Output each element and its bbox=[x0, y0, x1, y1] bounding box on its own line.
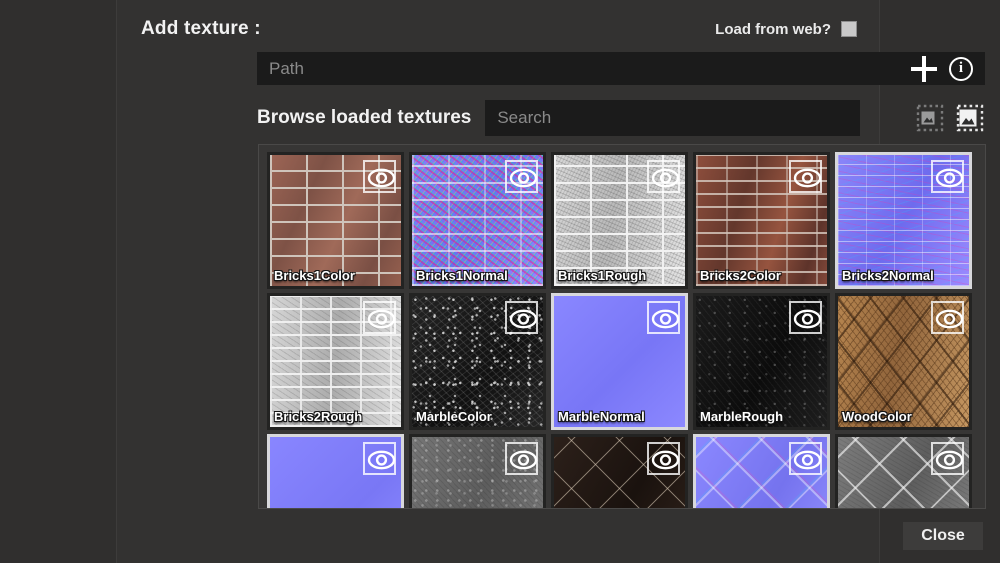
panel-header: Add texture : Load from web? bbox=[141, 16, 857, 42]
texture-tile[interactable] bbox=[835, 434, 972, 509]
texture-tile[interactable]: Bricks1Rough bbox=[551, 152, 688, 289]
texture-tile-label: MarbleColor bbox=[416, 409, 492, 424]
texture-tile[interactable]: Bricks2Rough bbox=[267, 293, 404, 430]
close-button[interactable]: Close bbox=[903, 522, 983, 550]
texture-tile[interactable]: Bricks1Color bbox=[267, 152, 404, 289]
texture-tile[interactable]: MarbleRough bbox=[693, 293, 830, 430]
eye-icon[interactable] bbox=[505, 442, 538, 475]
eye-icon[interactable] bbox=[363, 160, 396, 193]
texture-grid-container[interactable]: Bricks1Color Bricks1Normal Bricks1Rough Bri… bbox=[258, 144, 986, 509]
image-large-icon[interactable] bbox=[955, 103, 985, 133]
eye-icon[interactable] bbox=[647, 301, 680, 334]
texture-tile[interactable]: WoodColor bbox=[835, 293, 972, 430]
texture-tile[interactable]: MarbleNormal bbox=[551, 293, 688, 430]
eye-icon[interactable] bbox=[505, 160, 538, 193]
screen: Add texture : Load from web? Path i Brow… bbox=[0, 0, 1000, 563]
eye-icon[interactable] bbox=[931, 442, 964, 475]
texture-tile-label: MarbleNormal bbox=[558, 409, 645, 424]
page-title: Add texture : bbox=[141, 18, 261, 40]
texture-tile-label: Bricks2Normal bbox=[842, 268, 934, 283]
eye-icon[interactable] bbox=[647, 442, 680, 475]
image-small-icon[interactable] bbox=[915, 103, 945, 133]
add-texture-panel: Add texture : Load from web? Path i Brow… bbox=[116, 0, 880, 563]
texture-tile[interactable]: Bricks2Normal bbox=[835, 152, 972, 289]
load-from-web-group: Load from web? bbox=[715, 21, 857, 38]
browse-row: Browse loaded textures Search bbox=[257, 100, 985, 136]
path-actions: i bbox=[911, 56, 973, 82]
texture-tile-label: Bricks1Rough bbox=[558, 268, 646, 283]
path-input-placeholder: Path bbox=[269, 59, 304, 79]
texture-tile[interactable] bbox=[267, 434, 404, 509]
texture-tile[interactable] bbox=[551, 434, 688, 509]
load-from-web-checkbox[interactable] bbox=[841, 21, 857, 37]
texture-tile-label: Bricks1Color bbox=[274, 268, 355, 283]
search-input-placeholder: Search bbox=[497, 108, 551, 128]
eye-icon[interactable] bbox=[505, 301, 538, 334]
texture-tile[interactable]: Bricks1Normal bbox=[409, 152, 546, 289]
eye-icon[interactable] bbox=[647, 160, 680, 193]
eye-icon[interactable] bbox=[931, 160, 964, 193]
texture-tile[interactable]: Bricks2Color bbox=[693, 152, 830, 289]
texture-tile[interactable]: MarbleColor bbox=[409, 293, 546, 430]
eye-icon[interactable] bbox=[931, 301, 964, 334]
eye-icon[interactable] bbox=[789, 301, 822, 334]
texture-tile-label: MarbleRough bbox=[700, 409, 783, 424]
search-input[interactable]: Search bbox=[485, 100, 860, 136]
texture-tile-label: WoodColor bbox=[842, 409, 912, 424]
texture-tile[interactable] bbox=[409, 434, 546, 509]
view-mode-group bbox=[915, 103, 985, 133]
path-input[interactable]: Path i bbox=[257, 52, 985, 85]
eye-icon[interactable] bbox=[363, 301, 396, 334]
plus-icon[interactable] bbox=[911, 56, 937, 82]
load-from-web-label: Load from web? bbox=[715, 21, 831, 38]
eye-icon[interactable] bbox=[789, 160, 822, 193]
eye-icon[interactable] bbox=[363, 442, 396, 475]
eye-icon[interactable] bbox=[789, 442, 822, 475]
texture-tile-label: Bricks2Rough bbox=[274, 409, 362, 424]
info-icon[interactable]: i bbox=[949, 57, 973, 81]
texture-grid: Bricks1Color Bricks1Normal Bricks1Rough Bri… bbox=[267, 152, 972, 509]
texture-tile-label: Bricks1Normal bbox=[416, 268, 508, 283]
texture-tile[interactable] bbox=[693, 434, 830, 509]
texture-tile-label: Bricks2Color bbox=[700, 268, 781, 283]
browse-title: Browse loaded textures bbox=[257, 107, 471, 129]
